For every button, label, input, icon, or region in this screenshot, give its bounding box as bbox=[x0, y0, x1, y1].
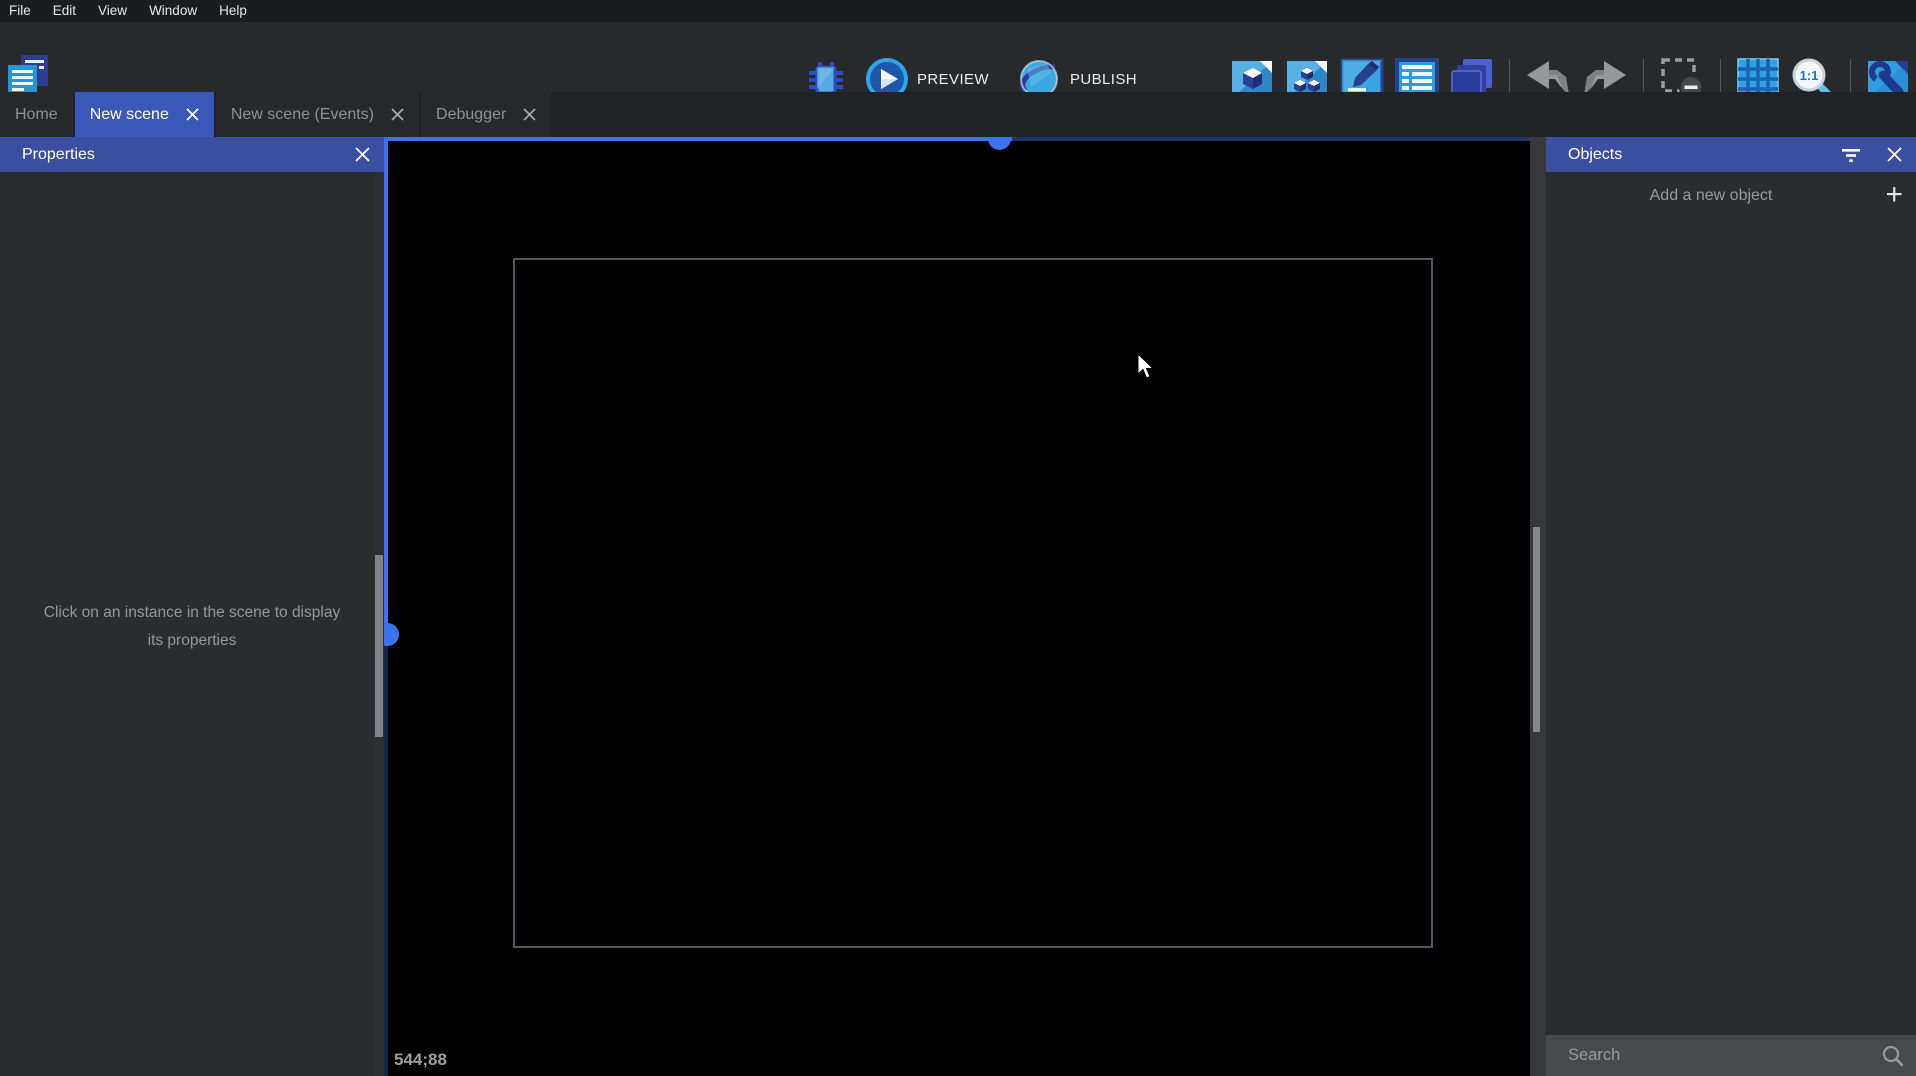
scene-editor-canvas[interactable]: 544;88 bbox=[384, 137, 1530, 1076]
tab-new-scene-events[interactable]: New scene (Events) bbox=[216, 92, 419, 137]
objects-search-bar bbox=[1546, 1035, 1916, 1076]
editor-tab-bar: Home New scene New scene (Events) Debugg… bbox=[0, 92, 1916, 137]
scene-window-frame bbox=[513, 258, 1433, 948]
menu-view[interactable]: View bbox=[98, 0, 127, 22]
add-object-plus-icon[interactable]: + bbox=[1885, 174, 1903, 218]
properties-panel-header: Properties bbox=[0, 137, 384, 172]
objects-search-input[interactable] bbox=[1546, 1035, 1916, 1076]
selection-guide-left-dim bbox=[384, 637, 388, 1076]
menu-help[interactable]: Help bbox=[219, 0, 247, 22]
close-tab-icon[interactable] bbox=[523, 108, 536, 121]
selection-guide-top bbox=[384, 137, 1012, 141]
tab-label: Debugger bbox=[436, 106, 506, 124]
preview-button[interactable]: PREVIEW bbox=[917, 71, 989, 88]
objects-panel-title: Objects bbox=[1568, 146, 1622, 164]
gdevelop-editor-window: File Edit View Window Help bbox=[0, 0, 1916, 1076]
close-tab-icon[interactable] bbox=[391, 108, 404, 121]
properties-panel-title: Properties bbox=[22, 146, 95, 164]
zoom-ratio-label: 1:1 bbox=[1800, 68, 1819, 83]
close-panel-icon[interactable] bbox=[355, 147, 370, 162]
menu-window[interactable]: Window bbox=[149, 0, 197, 22]
menu-bar: File Edit View Window Help bbox=[0, 0, 1916, 22]
menu-edit[interactable]: Edit bbox=[53, 0, 76, 22]
properties-scrollbar[interactable] bbox=[374, 172, 384, 1076]
selection-handle-top[interactable] bbox=[988, 137, 1011, 150]
tab-label: New scene (Events) bbox=[231, 106, 374, 124]
selection-guide-left bbox=[384, 137, 388, 637]
tab-new-scene[interactable]: New scene bbox=[75, 92, 214, 137]
filter-icon[interactable] bbox=[1841, 147, 1861, 163]
properties-panel: Properties Click on an instance in the s… bbox=[0, 137, 384, 1076]
add-object-label: Add a new object bbox=[1546, 174, 1876, 218]
tab-debugger[interactable]: Debugger bbox=[421, 92, 551, 137]
tab-label: Home bbox=[15, 106, 58, 124]
cursor-coordinates: 544;88 bbox=[394, 1050, 447, 1070]
main-toolbar: PREVIEW PUBLISH bbox=[0, 22, 1916, 92]
scrollbar-thumb[interactable] bbox=[375, 555, 383, 737]
canvas-scrollbar[interactable] bbox=[1530, 137, 1546, 1076]
tab-home[interactable]: Home bbox=[0, 92, 73, 137]
scrollbar-thumb[interactable] bbox=[1533, 527, 1540, 732]
publish-button[interactable]: PUBLISH bbox=[1070, 71, 1137, 88]
objects-panel-header: Objects bbox=[1546, 137, 1916, 172]
selection-guide-top-dim bbox=[1012, 137, 1530, 141]
menu-file[interactable]: File bbox=[9, 0, 31, 22]
close-panel-icon[interactable] bbox=[1887, 147, 1902, 162]
add-object-row[interactable]: Add a new object + bbox=[1546, 174, 1916, 218]
objects-panel: Objects Add a new object + bbox=[1546, 137, 1916, 1076]
selection-handle-left[interactable] bbox=[384, 623, 399, 646]
properties-empty-hint: Click on an instance in the scene to dis… bbox=[0, 599, 384, 655]
search-icon[interactable] bbox=[1881, 1044, 1904, 1072]
tab-label: New scene bbox=[90, 106, 169, 124]
close-tab-icon[interactable] bbox=[186, 108, 199, 121]
mouse-cursor-icon bbox=[1136, 353, 1158, 381]
